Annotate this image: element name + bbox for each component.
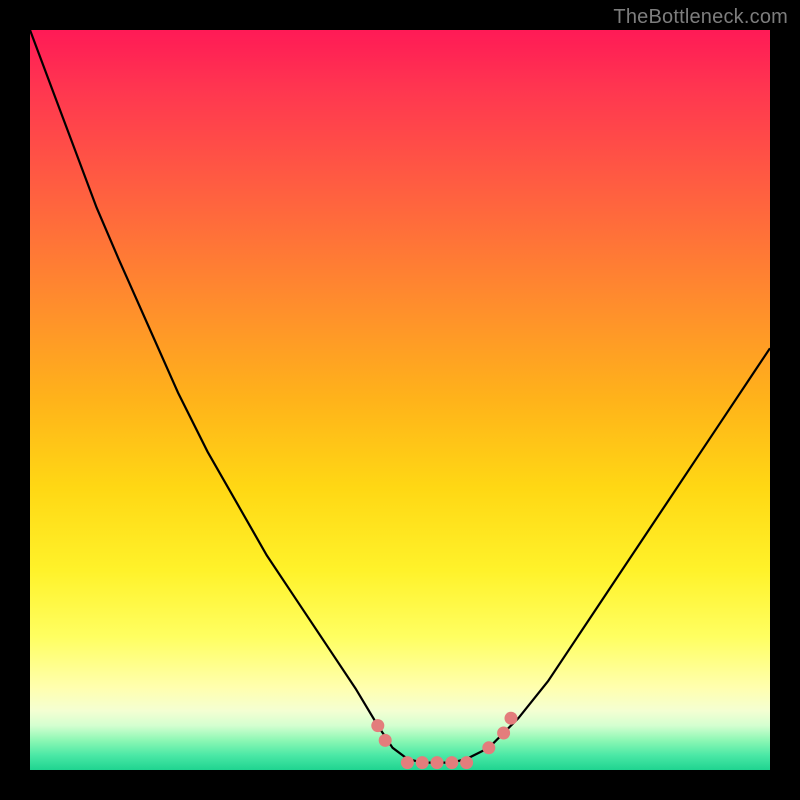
curve-layer <box>30 30 770 770</box>
curve-marker <box>431 756 444 769</box>
watermark-text: TheBottleneck.com <box>613 6 788 29</box>
curve-marker <box>497 727 510 740</box>
curve-marker <box>416 756 429 769</box>
curve-marker <box>482 741 495 754</box>
curve-marker <box>505 712 518 725</box>
bottleneck-curve <box>30 30 770 763</box>
curve-marker <box>379 734 392 747</box>
curve-marker <box>401 756 414 769</box>
curve-marker <box>371 719 384 732</box>
curve-marker <box>460 756 473 769</box>
curve-marker <box>445 756 458 769</box>
chart-frame: TheBottleneck.com <box>0 0 800 800</box>
plot-area <box>30 30 770 770</box>
